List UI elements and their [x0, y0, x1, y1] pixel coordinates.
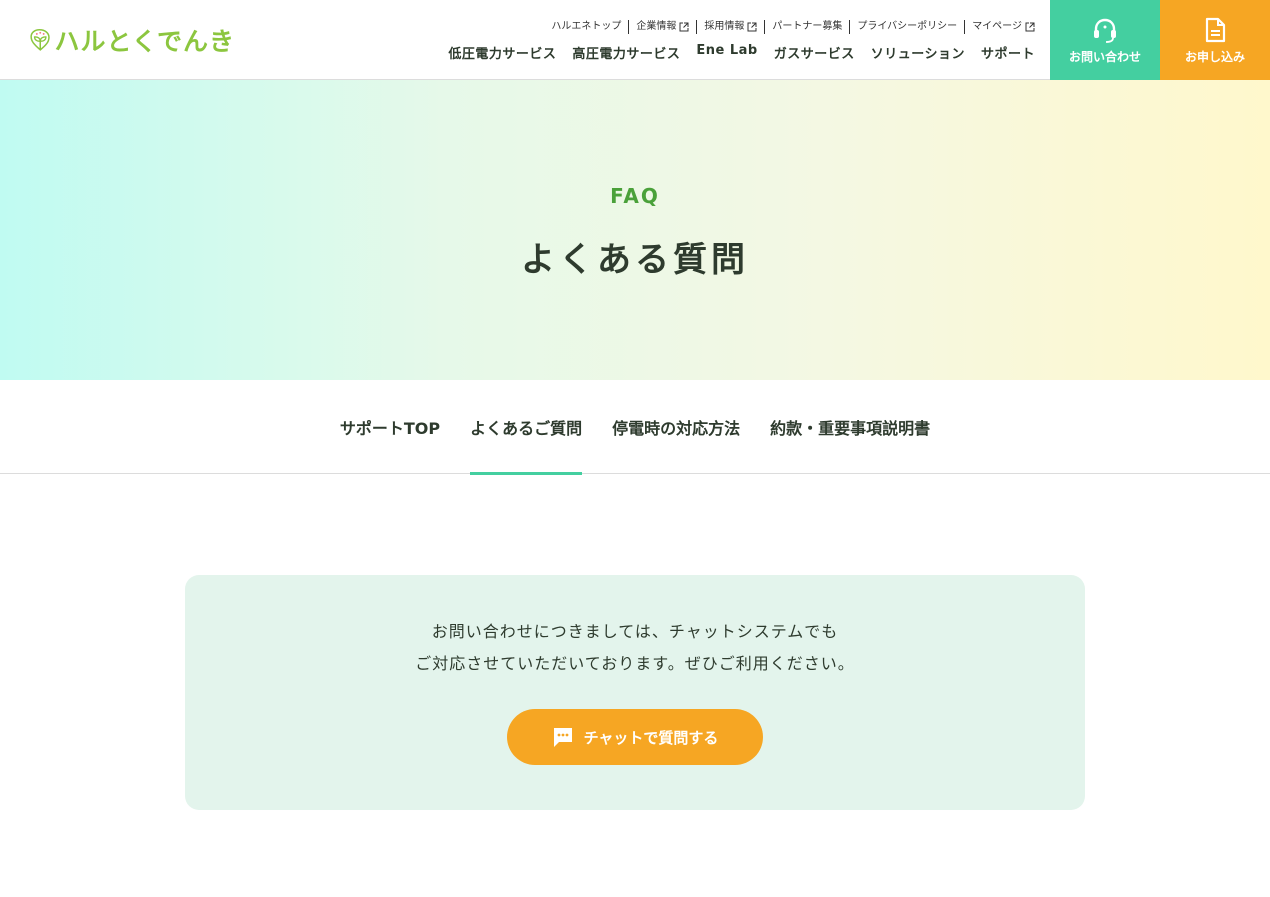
apply-button[interactable]: お申し込み — [1160, 0, 1270, 80]
contact-button[interactable]: お問い合わせ — [1050, 0, 1160, 80]
chat-info-box: お問い合わせにつきましては、チャットシステムでも ご対応させていただいております… — [185, 575, 1085, 810]
util-link-company[interactable]: 企業情報 — [629, 20, 698, 34]
nav-low-voltage[interactable]: 低圧電力サービス — [448, 43, 556, 62]
site-logo[interactable]: ハルとくでんき — [30, 11, 235, 69]
document-icon — [1205, 17, 1226, 42]
subnav-terms[interactable]: 約款・重要事項説明書 — [770, 380, 930, 474]
subnav-power-outage[interactable]: 停電時の対応方法 — [612, 380, 740, 474]
util-link-label: マイページ — [972, 21, 1022, 32]
util-link-haruene-top[interactable]: ハルエネトップ — [544, 20, 630, 34]
support-subnav: サポートTOP よくあるご質問 停電時の対応方法 約款・重要事項説明書 — [0, 380, 1270, 475]
chat-question-button[interactable]: チャットで質問する — [507, 709, 763, 765]
nav-solution[interactable]: ソリューション — [871, 43, 965, 62]
nav-support[interactable]: サポート — [981, 43, 1035, 62]
util-link-label: 企業情報 — [636, 21, 677, 32]
util-link-label: パートナー募集 — [772, 21, 843, 32]
nav-high-voltage[interactable]: 高圧電力サービス — [572, 43, 680, 62]
main-nav: 低圧電力サービス 高圧電力サービス Ene Lab ガスサービス ソリューション… — [448, 43, 1035, 62]
util-link-label: 採用情報 — [704, 21, 745, 32]
hero-banner: FAQ よくある質問 — [0, 80, 1270, 380]
subnav-support-top[interactable]: サポートTOP — [340, 380, 440, 474]
chat-button-label: チャットで質問する — [583, 728, 719, 747]
logo-text: ハルとくでんき — [54, 27, 235, 56]
external-link-icon — [679, 22, 689, 32]
nav-ene-lab[interactable]: Ene Lab — [696, 43, 757, 62]
util-link-label: プライバシーポリシー — [857, 21, 958, 32]
logo-sprout-icon — [30, 28, 50, 51]
util-link-privacy[interactable]: プライバシーポリシー — [850, 20, 966, 34]
chat-info-line-2: ご対応させていただいております。ぜひご利用ください。 — [415, 654, 855, 673]
util-link-label: ハルエネトップ — [551, 21, 622, 32]
page-title: よくある質問 — [521, 240, 749, 280]
chat-bubble-icon — [553, 728, 572, 747]
external-link-icon — [1025, 22, 1035, 32]
util-link-recruit[interactable]: 採用情報 — [697, 20, 766, 34]
chat-info-line-1: お問い合わせにつきましては、チャットシステムでも — [431, 622, 839, 641]
util-link-partner[interactable]: パートナー募集 — [765, 20, 851, 34]
subnav-faq[interactable]: よくあるご質問 — [470, 380, 583, 475]
nav-gas-service[interactable]: ガスサービス — [774, 43, 855, 62]
site-header: ハルとくでんき ハルエネトップ 企業情報 採用情報 パートナー募集 プライバシー… — [0, 0, 1270, 80]
util-link-mypage[interactable]: マイページ — [965, 20, 1035, 34]
hero-title-en: FAQ — [610, 184, 660, 208]
chat-info-text: お問い合わせにつきましては、チャットシステムでも ご対応させていただいております… — [185, 616, 1085, 680]
contact-button-label: お問い合わせ — [1068, 49, 1141, 64]
external-link-icon — [747, 22, 757, 32]
headset-icon — [1094, 18, 1116, 43]
apply-button-label: お申し込み — [1184, 49, 1245, 64]
utility-nav: ハルエネトップ 企業情報 採用情報 パートナー募集 プライバシーポリシー マイペ… — [544, 20, 1035, 34]
